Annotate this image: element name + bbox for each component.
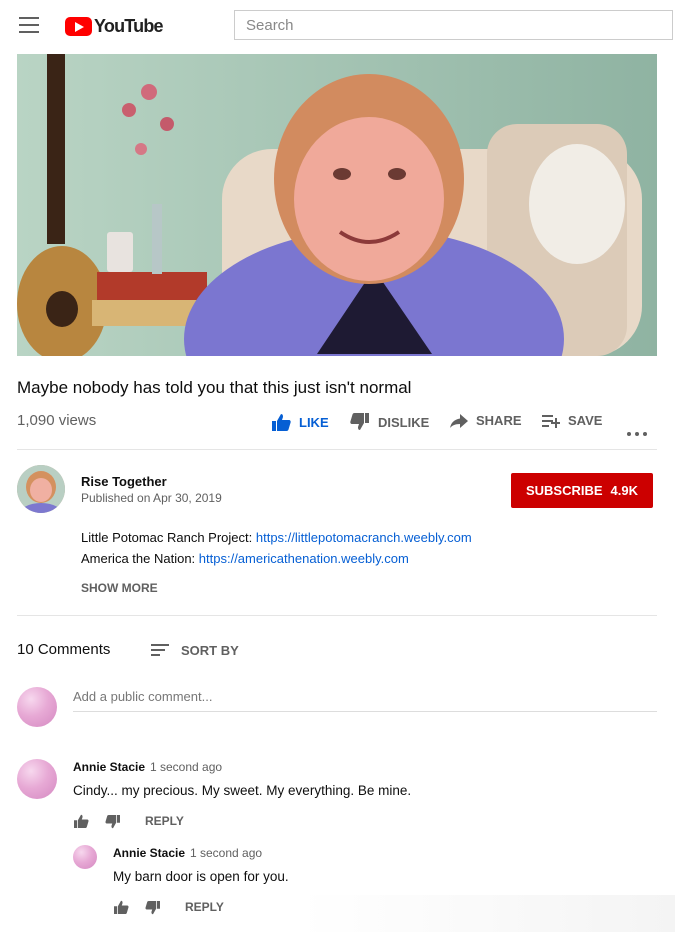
sort-by-button[interactable]: SORT BY — [151, 641, 239, 659]
comment-dislike-icon[interactable] — [145, 901, 161, 920]
masthead: YouTube — [0, 0, 675, 54]
description-text: America the Nation: — [81, 551, 199, 566]
subscriber-count: 4.9K — [610, 483, 639, 498]
save-label: SAVE — [568, 413, 603, 428]
user-avatar — [17, 687, 57, 727]
bottom-fade — [300, 895, 675, 932]
share-arrow-icon — [450, 413, 468, 428]
youtube-logo[interactable]: YouTube — [65, 15, 164, 37]
comment-count: 10 Comments — [17, 641, 111, 658]
comment-dislike-icon[interactable] — [105, 815, 121, 834]
sort-label: SORT BY — [181, 642, 239, 658]
hamburger-menu-icon[interactable] — [19, 17, 39, 33]
subscribe-button[interactable]: SUBSCRIBE 4.9K — [511, 473, 653, 508]
channel-avatar[interactable] — [17, 465, 65, 513]
like-button[interactable]: LIKE — [271, 413, 329, 431]
channel-name[interactable]: Rise Together — [81, 474, 167, 489]
description-link[interactable]: https://littlepotomacranch.weebly.com — [256, 530, 472, 545]
logo-text: YouTube — [94, 15, 164, 36]
divider — [17, 615, 657, 616]
commenter-avatar[interactable] — [17, 759, 57, 799]
thumbs-up-icon — [272, 414, 291, 431]
thumbs-down-icon — [350, 413, 369, 430]
more-actions-icon[interactable] — [627, 423, 647, 441]
share-label: SHARE — [476, 413, 522, 428]
published-date: Published on Apr 30, 2019 — [81, 491, 222, 505]
comment-timestamp[interactable]: 1 second ago — [150, 760, 222, 774]
description-line: America the Nation: https://americathena… — [81, 551, 409, 566]
reply-button[interactable]: REPLY — [185, 900, 224, 914]
comment-timestamp[interactable]: 1 second ago — [190, 846, 262, 860]
video-title: Maybe nobody has told you that this just… — [17, 378, 412, 397]
description-link[interactable]: https://americathenation.weebly.com — [199, 551, 409, 566]
playlist-add-icon — [542, 414, 560, 428]
dislike-label: DISLIKE — [378, 414, 430, 430]
subscribe-label: SUBSCRIBE — [525, 483, 603, 498]
show-more-button[interactable]: SHOW MORE — [81, 581, 158, 595]
video-frame-image — [17, 54, 657, 356]
commenter-avatar[interactable] — [73, 845, 97, 869]
comment-like-icon[interactable] — [113, 900, 129, 919]
video-player[interactable] — [17, 54, 657, 356]
search-input[interactable] — [234, 10, 673, 40]
comment-author[interactable]: Annie Stacie — [73, 760, 145, 774]
description-line: Little Potomac Ranch Project: https://li… — [81, 530, 472, 545]
sort-icon — [151, 641, 169, 659]
add-comment-input[interactable]: Add a public comment... — [73, 689, 657, 712]
comment-text: My barn door is open for you. — [113, 869, 289, 884]
description-text: Little Potomac Ranch Project: — [81, 530, 256, 545]
dislike-button[interactable]: DISLIKE — [350, 413, 429, 431]
comment-like-icon[interactable] — [73, 814, 89, 833]
save-button[interactable]: SAVE — [542, 413, 602, 428]
comment-author[interactable]: Annie Stacie — [113, 846, 185, 860]
share-button[interactable]: SHARE — [450, 413, 522, 428]
youtube-play-icon — [65, 16, 92, 36]
view-count: 1,090 views — [17, 412, 97, 429]
divider — [17, 449, 657, 450]
reply-button[interactable]: REPLY — [145, 814, 184, 828]
like-label: LIKE — [299, 414, 329, 430]
comment-text: Cindy... my precious. My sweet. My every… — [73, 783, 412, 798]
